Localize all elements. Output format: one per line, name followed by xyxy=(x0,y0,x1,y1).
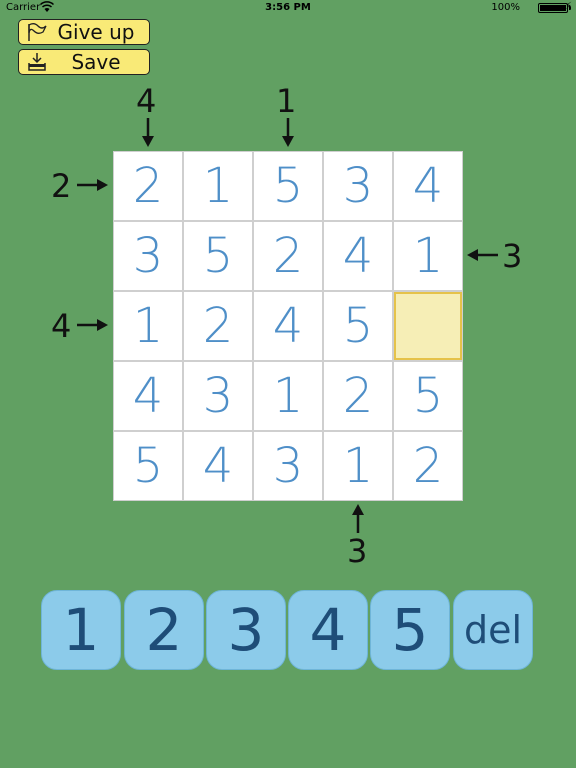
key-2-button[interactable]: 2 xyxy=(124,590,204,670)
grid-cell[interactable]: 4 xyxy=(254,292,322,360)
grid-cell[interactable]: 5 xyxy=(184,222,252,290)
grid-cell[interactable]: 3 xyxy=(254,432,322,500)
grid-cell[interactable]: 1 xyxy=(114,292,182,360)
grid-cell[interactable]: 1 xyxy=(184,152,252,220)
save-label: Save xyxy=(71,50,121,74)
grid-cell[interactable]: 3 xyxy=(184,362,252,430)
give-up-button[interactable]: Give up xyxy=(18,19,150,45)
grid-cell[interactable]: 5 xyxy=(394,362,462,430)
give-up-label: Give up xyxy=(57,20,135,44)
grid-cell[interactable]: 4 xyxy=(324,222,392,290)
clock: 3:56 PM xyxy=(265,2,311,13)
status-bar: Carrier 3:56 PM 100% ⚡ xyxy=(0,0,576,16)
arrow-down-icon xyxy=(282,118,294,147)
grid-cell[interactable]: 3 xyxy=(324,152,392,220)
grid-cell[interactable]: 1 xyxy=(254,362,322,430)
grid-cell[interactable]: 1 xyxy=(394,222,462,290)
clue-bottom-col4: 3 xyxy=(347,532,368,570)
flag-icon xyxy=(28,23,47,41)
grid-cell[interactable]: 4 xyxy=(114,362,182,430)
grid-cell[interactable]: 5 xyxy=(324,292,392,360)
key-3-button[interactable]: 3 xyxy=(206,590,286,670)
clue-top-col1: 4 xyxy=(136,82,157,120)
arrow-down-icon xyxy=(142,118,154,147)
charging-icon: ⚡ xyxy=(564,1,572,12)
clue-left-row1: 2 xyxy=(51,167,72,205)
grid-cell[interactable]: 1 xyxy=(324,432,392,500)
clue-right-row2: 3 xyxy=(502,237,523,275)
grid-cell[interactable]: 2 xyxy=(184,292,252,360)
grid-cell[interactable]: 2 xyxy=(254,222,322,290)
key-1-button[interactable]: 1 xyxy=(41,590,121,670)
delete-button[interactable]: del xyxy=(453,590,533,670)
grid-cell[interactable]: 4 xyxy=(394,152,462,220)
battery-icon xyxy=(538,3,571,13)
grid-cell[interactable]: 2 xyxy=(394,432,462,500)
battery-percent: 100% xyxy=(491,2,520,13)
grid-cell[interactable]: 5 xyxy=(254,152,322,220)
grid-cell[interactable]: 2 xyxy=(324,362,392,430)
arrow-left-icon xyxy=(467,249,498,261)
arrow-right-icon xyxy=(77,179,108,191)
key-5-button[interactable]: 5 xyxy=(370,590,450,670)
grid-cell[interactable]: 3 xyxy=(114,222,182,290)
grid-cell[interactable]: 4 xyxy=(184,432,252,500)
save-button[interactable]: Save xyxy=(18,49,150,75)
grid-cell[interactable]: 2 xyxy=(114,152,182,220)
key-4-button[interactable]: 4 xyxy=(288,590,368,670)
clue-top-col3: 1 xyxy=(276,82,297,120)
save-icon xyxy=(28,53,46,71)
clue-left-row3: 4 xyxy=(51,307,72,345)
puzzle-grid: 2 1 5 3 4 3 5 2 4 1 1 2 4 5 4 3 1 2 5 5 … xyxy=(113,151,463,501)
grid-cell[interactable]: 5 xyxy=(114,432,182,500)
arrow-right-icon xyxy=(77,319,108,331)
arrow-up-icon xyxy=(352,504,364,533)
grid-cell-selected[interactable] xyxy=(394,292,462,360)
